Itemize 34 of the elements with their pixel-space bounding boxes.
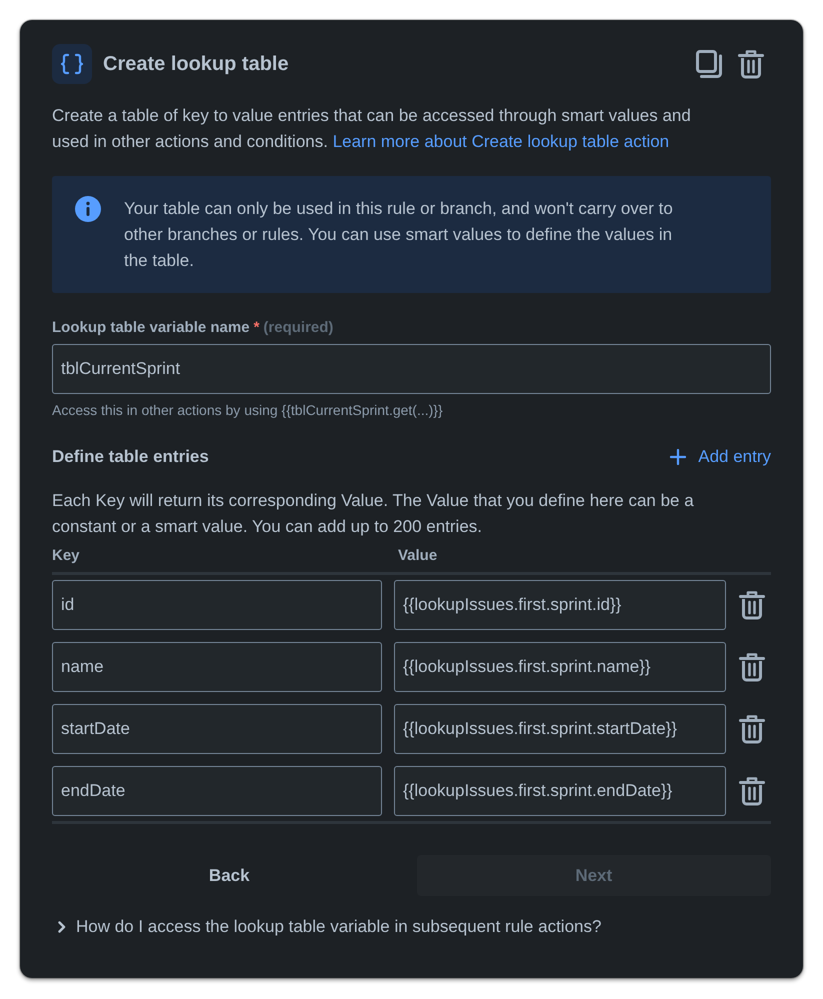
- trash-icon[interactable]: [739, 776, 765, 806]
- plus-icon: [670, 449, 686, 465]
- required-mark: *: [254, 318, 260, 338]
- section-title: Define table entries: [52, 447, 209, 467]
- required-note: (required): [263, 318, 334, 338]
- trash-icon[interactable]: [739, 590, 765, 620]
- value-field[interactable]: {{lookupIssues.first.sprint.startDate}}: [394, 704, 726, 754]
- learn-more-link[interactable]: Learn more about Create lookup table action: [332, 132, 670, 151]
- card-title: Create lookup table: [103, 52, 289, 76]
- variable-name-field[interactable]: tblCurrentSprint: [52, 344, 771, 394]
- faq-question[interactable]: How do I access the lookup table variable in subsequent rule actions?: [76, 915, 602, 939]
- key-field[interactable]: name: [52, 642, 382, 692]
- trash-icon[interactable]: [739, 714, 765, 744]
- description-text: Create a table of key to value entries that can be accessed through smart values and used in other actions and conditions. Learn more about Create lookup table action: [52, 105, 692, 153]
- value-field[interactable]: {{lookupIssues.first.sprint.endDate}}: [394, 766, 726, 816]
- trash-icon[interactable]: [738, 49, 764, 79]
- value-field[interactable]: {{lookupIssues.first.sprint.id}}: [394, 580, 726, 630]
- key-field[interactable]: id: [52, 580, 382, 630]
- trash-icon[interactable]: [739, 652, 765, 682]
- chevron-icon[interactable]: [58, 921, 66, 933]
- key-field[interactable]: startDate: [52, 704, 382, 754]
- add-entry-button[interactable]: Add entry: [670, 447, 771, 467]
- entries-description: Each Key will return its corresponding Value. The Value that you define here can be a constant or a smart value. You can add up to 200 entries.: [52, 490, 695, 538]
- copy-icon[interactable]: [696, 50, 722, 78]
- field-label: Lookup table variable name: [52, 318, 250, 338]
- key-field[interactable]: endDate: [52, 766, 382, 816]
- info-text: Your table can only be used in this rule or branch, and won't carry over to other branches or rules. You can use smart values to define the values in the table.: [124, 198, 674, 272]
- info-icon: [75, 196, 101, 222]
- back-button[interactable]: Back: [52, 855, 406, 896]
- column-header: Key: [52, 547, 80, 565]
- value-field[interactable]: {{lookupIssues.first.sprint.name}}: [394, 642, 726, 692]
- column-header: Value: [398, 547, 438, 565]
- braces-icon: [52, 44, 92, 84]
- helper-text: Access this in other actions by using {{tblCurrentSprint.get(...)}}: [52, 401, 443, 419]
